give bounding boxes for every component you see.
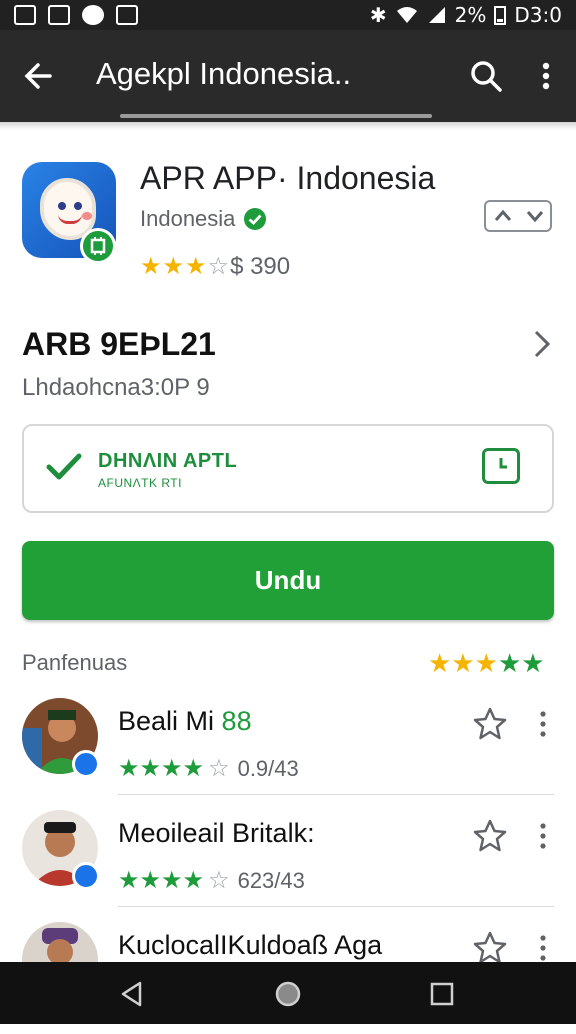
- developer-row[interactable]: Indonesia: [140, 206, 267, 232]
- more-vert-icon[interactable]: [536, 820, 550, 852]
- review-empty-star: ☆: [208, 755, 230, 782]
- bluetooth-icon: ✱: [369, 3, 387, 27]
- gallery-notification-icon: [14, 5, 36, 25]
- photo-notification-icon: [48, 5, 70, 25]
- developer-name[interactable]: Indonesia: [140, 206, 235, 232]
- status-bar: ✱ 2% D3:0: [0, 0, 576, 30]
- review-rating-row: ★★★★ ☆ 623/43: [118, 866, 305, 895]
- verified-user-icon: [72, 862, 100, 890]
- nav-recents-icon[interactable]: [428, 980, 456, 1008]
- app-bar-title: Agekpl Indonesia..: [96, 56, 352, 91]
- chevron-right-icon[interactable]: [530, 328, 554, 360]
- divider: [118, 794, 554, 795]
- review-empty-star: ☆: [208, 867, 230, 894]
- divider: [118, 906, 554, 907]
- reviewer-name-highlight: 88: [221, 706, 252, 736]
- review-meta: 623/43: [237, 867, 305, 893]
- system-nav-bar: [0, 962, 576, 1024]
- section-title[interactable]: ARB 9EÞL21: [22, 326, 216, 363]
- app-bar: Agekpl Indonesia..: [0, 30, 576, 122]
- nav-home-icon[interactable]: [274, 980, 302, 1008]
- star-outline-icon[interactable]: [472, 818, 508, 854]
- battery-level: 2%: [454, 3, 487, 27]
- app-icon-eye: [58, 202, 66, 210]
- more-vert-icon[interactable]: [536, 932, 550, 964]
- wifi-icon: [396, 7, 417, 23]
- reviews-heading: Panfenuas: [22, 650, 128, 675]
- app-rating-row: ★★★☆ $ 390: [140, 252, 290, 281]
- reviewer-name-text: Beali Mi: [118, 706, 215, 736]
- back-arrow-icon[interactable]: [20, 56, 60, 96]
- reviewer-name: KuclocalIKuldoaß Aga: [118, 930, 382, 961]
- app-icon-mouth: [58, 214, 82, 224]
- review-item[interactable]: Beali Mi 88 ★★★★ ☆ 0.9/43: [0, 698, 576, 810]
- star-outline-icon[interactable]: [472, 930, 508, 966]
- app-icon-eye: [74, 202, 82, 210]
- image-notification-icon: [116, 5, 138, 25]
- review-stars: ★★★★: [118, 867, 205, 894]
- review-stars: ★★★★: [118, 755, 205, 782]
- app-badge-icon: [80, 228, 116, 264]
- nav-back-icon[interactable]: [118, 980, 146, 1008]
- notification-icons: [14, 5, 138, 25]
- app-rating-stars: ★★★☆: [140, 253, 231, 280]
- expand-toggle-button[interactable]: [484, 200, 552, 232]
- search-icon[interactable]: [466, 56, 506, 96]
- verified-user-icon: [72, 750, 100, 778]
- app-bar-shadow: [0, 122, 576, 130]
- review-meta: 0.9/43: [237, 755, 299, 781]
- install-status-title: DHNΛIN APTL: [98, 450, 238, 472]
- app-notification-icon: [82, 5, 104, 25]
- install-status-subtitle: AFUNΛTK RTI: [98, 476, 182, 490]
- app-name: APR APP· Indonesia: [140, 160, 436, 196]
- reviews-summary-stars: ★★★★★: [428, 648, 545, 678]
- download-button[interactable]: Undu: [22, 541, 554, 620]
- reviewer-name-text: Meoileail Britalk:: [118, 818, 315, 848]
- more-vert-icon[interactable]: [530, 56, 562, 96]
- review-item[interactable]: Meoileail Britalk: ★★★★ ☆ 623/43: [0, 810, 576, 922]
- app-rating-text: $ 390: [230, 252, 291, 280]
- app-icon-cheek: [82, 212, 92, 220]
- reviewer-name: Beali Mi 88: [118, 706, 252, 737]
- open-app-icon[interactable]: [482, 448, 520, 484]
- section-subtitle: Lhdaohcna3:0P 9: [22, 374, 210, 401]
- star-outline-icon[interactable]: [472, 706, 508, 742]
- check-icon: [46, 453, 82, 480]
- clock: D3:0: [514, 3, 562, 27]
- battery-icon: [494, 6, 507, 25]
- review-rating-row: ★★★★ ☆ 0.9/43: [118, 754, 299, 783]
- verified-icon: [244, 208, 267, 230]
- more-vert-icon[interactable]: [536, 708, 550, 740]
- title-underline: [120, 114, 432, 118]
- reviewer-name: Meoileail Britalk:: [118, 818, 315, 849]
- signal-icon: [428, 7, 445, 23]
- system-status: ✱ 2% D3:0: [370, 3, 562, 27]
- install-status-card[interactable]: DHNΛIN APTL AFUNΛTK RTI: [22, 424, 554, 513]
- reviewer-name-text: KuclocalIKuldoaß Aga: [118, 930, 383, 960]
